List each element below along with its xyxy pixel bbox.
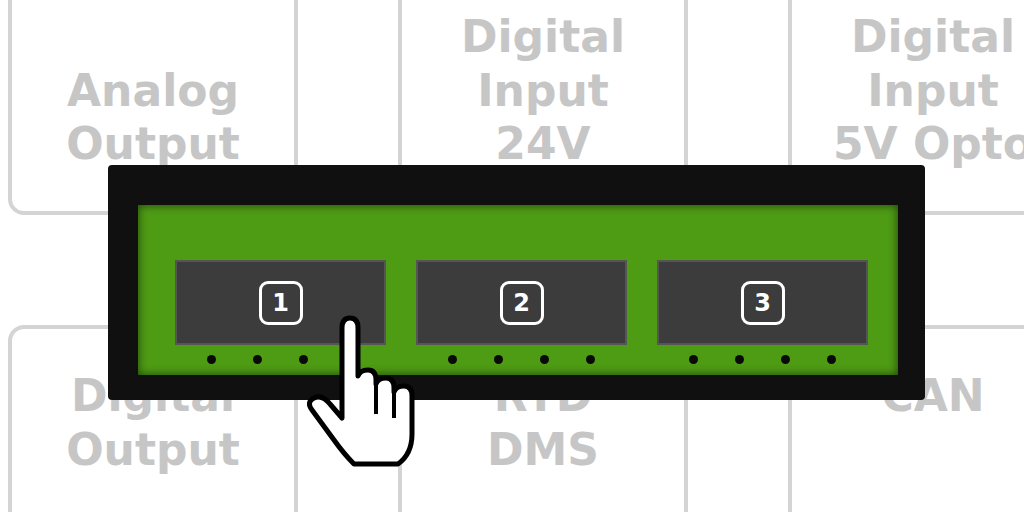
pin-dot: [735, 355, 744, 364]
pin-dot: [253, 355, 262, 364]
device-housing: 1 2 3: [108, 165, 925, 400]
hand-cursor-icon: [302, 314, 422, 474]
device-panel: 1 2 3: [138, 205, 898, 375]
pin-dot: [299, 355, 308, 364]
slot[interactable]: 2: [416, 260, 627, 375]
slot-box[interactable]: 2: [416, 260, 627, 345]
slot-box[interactable]: 3: [657, 260, 868, 345]
tile-label: 5V Opto: [833, 117, 1024, 171]
tile-label: Digital: [461, 10, 625, 64]
pin-dot: [494, 355, 503, 364]
slot-number: 3: [741, 281, 785, 325]
tile-label: Analog: [67, 64, 239, 118]
tile-label: 24V: [495, 117, 590, 171]
tile-label: Input: [867, 64, 999, 118]
tile-label: Output: [66, 423, 240, 477]
slot[interactable]: 3: [657, 260, 868, 375]
slot-pins: [657, 355, 868, 364]
pin-dot: [689, 355, 698, 364]
pin-dot: [781, 355, 790, 364]
tile-label: Digital: [851, 10, 1015, 64]
pin-dot: [586, 355, 595, 364]
pin-dot: [827, 355, 836, 364]
tile-label: Output: [66, 117, 240, 171]
pin-dot: [207, 355, 216, 364]
tile-label: DMS: [487, 423, 599, 477]
slot-number: 2: [500, 281, 544, 325]
slot-number: 1: [259, 281, 303, 325]
pin-dot: [448, 355, 457, 364]
module-picker: AnalogOutputDigitalInput24VDigitalInput5…: [0, 0, 1024, 512]
slot-pins: [416, 355, 627, 364]
pin-dot: [540, 355, 549, 364]
tile-label: Input: [477, 64, 609, 118]
